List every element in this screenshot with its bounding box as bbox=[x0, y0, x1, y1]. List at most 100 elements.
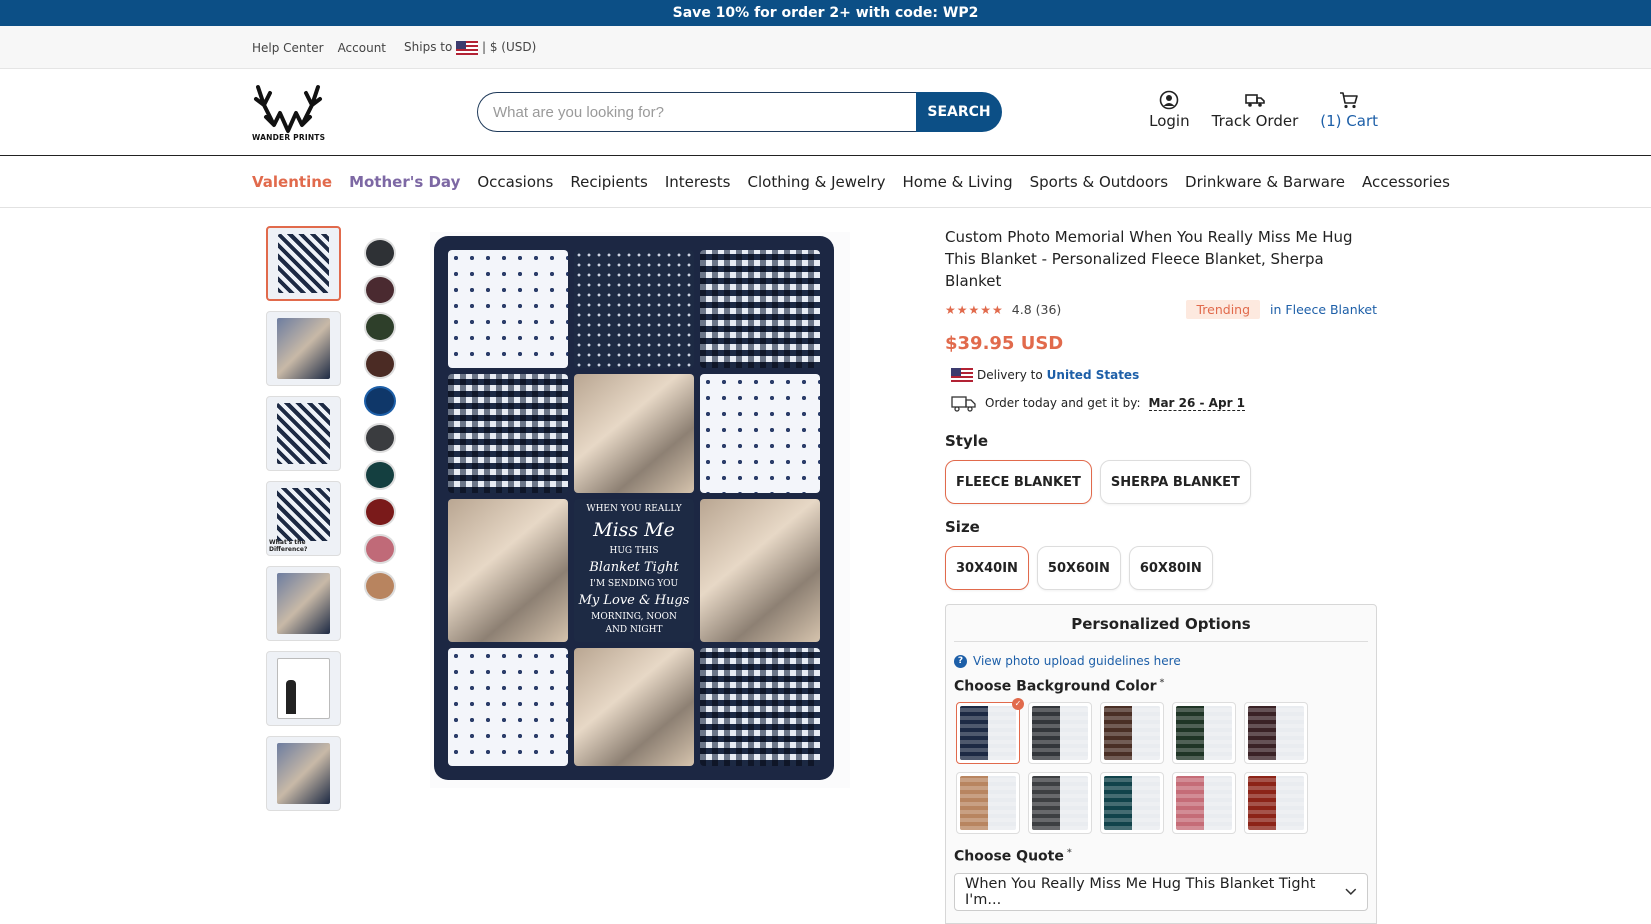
rating-value[interactable]: 4.8 (36) bbox=[1012, 302, 1062, 317]
order-eta: Order today and get it by: Mar 26 - Apr … bbox=[951, 394, 1377, 412]
style-options: FLEECE BLANKET SHERPA BLANKET bbox=[945, 460, 1377, 504]
size-label: Size bbox=[945, 518, 980, 536]
brand-name: WANDER PRINTS bbox=[252, 133, 326, 142]
personalized-title: Personalized Options bbox=[954, 615, 1368, 642]
track-order-button[interactable]: Track Order bbox=[1211, 90, 1299, 130]
login-button[interactable]: Login bbox=[1149, 90, 1190, 130]
category-link[interactable]: in Fleece Blanket bbox=[1270, 302, 1377, 317]
thumbnail-2[interactable] bbox=[266, 311, 341, 386]
product-title: Custom Photo Memorial When You Really Mi… bbox=[945, 228, 1353, 290]
style-label: Style bbox=[945, 432, 989, 450]
thumbnail-5[interactable] bbox=[266, 566, 341, 641]
thumbnail-list: What's the Difference? bbox=[266, 226, 341, 811]
color-swatch-8[interactable] bbox=[364, 497, 396, 527]
product-detail: Custom Photo Memorial When You Really Mi… bbox=[945, 226, 1377, 924]
header-actions: Login Track Order (1) Cart bbox=[1149, 90, 1378, 130]
color-swatch-10[interactable] bbox=[364, 571, 396, 601]
blanket-quote: WHEN YOU REALLY Miss Me HUG THIS Blanket… bbox=[574, 498, 694, 642]
thumbnail-3[interactable] bbox=[266, 396, 341, 471]
background-color-option-1[interactable]: ✓ bbox=[956, 697, 1024, 764]
style-option-fleece[interactable]: FLEECE BLANKET bbox=[945, 460, 1092, 504]
cart-button[interactable]: (1) Cart bbox=[1320, 90, 1378, 130]
photo-guidelines-link[interactable]: ? View photo upload guidelines here bbox=[954, 654, 1368, 668]
utility-bar: Help Center Account Ships to | $ (USD) bbox=[0, 26, 1651, 69]
nav-item-accessories[interactable]: Accessories bbox=[1362, 173, 1450, 191]
promo-code: WP2 bbox=[942, 5, 979, 21]
trending-badge: Trending bbox=[1186, 300, 1261, 319]
ships-to-selector[interactable]: Ships to | $ (USD) bbox=[404, 40, 536, 55]
background-color-option-2[interactable] bbox=[1028, 701, 1092, 764]
color-swatch-list bbox=[364, 238, 396, 601]
thumbnail-6[interactable] bbox=[266, 651, 341, 726]
size-options: 30X40IN 50X60IN 60X80IN bbox=[945, 546, 1377, 590]
color-swatch-2[interactable] bbox=[364, 275, 396, 305]
color-swatch-9[interactable] bbox=[364, 534, 396, 564]
delivery-location[interactable]: United States bbox=[1047, 368, 1140, 382]
background-color-option-3[interactable] bbox=[1100, 701, 1164, 764]
personalized-options-panel: Personalized Options ? View photo upload… bbox=[945, 604, 1377, 924]
search-bar: SEARCH bbox=[477, 92, 1002, 132]
color-swatch-1[interactable] bbox=[364, 238, 396, 268]
background-color-option-7[interactable] bbox=[1028, 771, 1092, 834]
nav-item-drinkware-barware[interactable]: Drinkware & Barware bbox=[1185, 173, 1345, 191]
quote-select-value: When You Really Miss Me Hug This Blanket… bbox=[965, 876, 1316, 909]
photo-guidelines-label: View photo upload guidelines here bbox=[973, 654, 1181, 668]
nav-item-valentine[interactable]: Valentine bbox=[252, 173, 332, 191]
nav-item-clothing-jewelry[interactable]: Clothing & Jewelry bbox=[748, 173, 886, 191]
promo-text: Save 10% for order 2+ with code: bbox=[672, 5, 943, 21]
rating-row: ★★★★★ 4.8 (36) Trending in Fleece Blanke… bbox=[945, 300, 1377, 319]
login-label: Login bbox=[1149, 112, 1190, 130]
nav-item-mothers-day[interactable]: Mother's Day bbox=[349, 173, 460, 191]
search-button[interactable]: SEARCH bbox=[916, 92, 1002, 132]
search-input[interactable] bbox=[477, 92, 916, 132]
order-dates: Mar 26 - Apr 1 bbox=[1148, 395, 1246, 411]
nav-item-recipients[interactable]: Recipients bbox=[570, 173, 648, 191]
size-option-60x80[interactable]: 60X80IN bbox=[1128, 546, 1213, 590]
size-option-50x60[interactable]: 50X60IN bbox=[1036, 546, 1121, 590]
delivery-info: Delivery to United States bbox=[951, 368, 1377, 382]
color-swatch-4[interactable] bbox=[364, 349, 396, 379]
truck-icon bbox=[1245, 94, 1265, 107]
chevron-down-icon bbox=[1345, 888, 1357, 896]
quote-select[interactable]: When You Really Miss Me Hug This Blanket… bbox=[954, 873, 1368, 912]
quote-label: Choose Quote * bbox=[954, 847, 1072, 865]
color-swatch-5[interactable] bbox=[364, 386, 396, 416]
blanket-preview: WHEN YOU REALLY Miss Me HUG THIS Blanket… bbox=[434, 236, 834, 780]
main-product-image[interactable]: WHEN YOU REALLY Miss Me HUG THIS Blanket… bbox=[430, 232, 850, 788]
category-nav: Valentine Mother's Day Occasions Recipie… bbox=[0, 156, 1651, 208]
size-option-30x40[interactable]: 30X40IN bbox=[945, 546, 1029, 590]
background-color-option-9[interactable] bbox=[1172, 771, 1236, 834]
order-label: Order today and get it by: bbox=[985, 396, 1141, 410]
thumbnail-4[interactable]: What's the Difference? bbox=[266, 481, 341, 556]
promo-banner: Save 10% for order 2+ with code: WP2 bbox=[0, 0, 1651, 26]
delivery-truck-icon bbox=[951, 396, 976, 412]
currency-label: | $ (USD) bbox=[481, 40, 537, 55]
account-link[interactable]: Account bbox=[338, 41, 386, 55]
us-flag-icon bbox=[456, 40, 479, 55]
nav-item-interests[interactable]: Interests bbox=[665, 173, 731, 191]
thumbnail-7[interactable] bbox=[266, 736, 341, 811]
selected-check-icon: ✓ bbox=[1012, 697, 1024, 710]
background-color-label: Choose Background Color * bbox=[954, 678, 1165, 695]
color-swatch-3[interactable] bbox=[364, 312, 396, 342]
ships-to-label: Ships to bbox=[404, 40, 453, 55]
style-option-sherpa[interactable]: SHERPA BLANKET bbox=[1099, 460, 1251, 504]
background-color-option-5[interactable] bbox=[1244, 701, 1308, 764]
user-icon bbox=[1160, 90, 1179, 110]
track-order-label: Track Order bbox=[1211, 112, 1299, 130]
nav-item-sports-outdoors[interactable]: Sports & Outdoors bbox=[1030, 173, 1168, 191]
help-center-link[interactable]: Help Center bbox=[252, 41, 324, 55]
background-color-option-6[interactable] bbox=[956, 771, 1020, 834]
nav-item-occasions[interactable]: Occasions bbox=[477, 173, 553, 191]
background-color-option-8[interactable] bbox=[1100, 771, 1164, 834]
background-color-option-4[interactable] bbox=[1172, 701, 1236, 764]
background-color-grid: ✓ bbox=[956, 697, 1368, 834]
thumbnail-1[interactable] bbox=[266, 226, 341, 301]
cart-icon bbox=[1340, 92, 1358, 109]
color-swatch-7[interactable] bbox=[364, 460, 396, 490]
delivery-label: Delivery to bbox=[977, 368, 1043, 382]
background-color-option-10[interactable] bbox=[1244, 771, 1308, 834]
cart-label: (1) Cart bbox=[1320, 112, 1378, 130]
color-swatch-6[interactable] bbox=[364, 423, 396, 453]
nav-item-home-living[interactable]: Home & Living bbox=[903, 173, 1013, 191]
